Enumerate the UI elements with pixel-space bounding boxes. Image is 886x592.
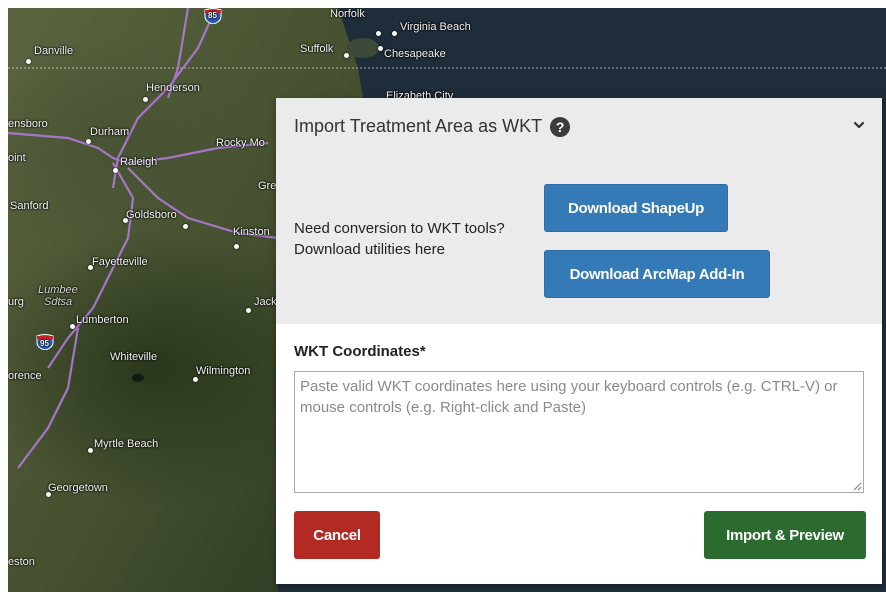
- import-wkt-dialog: Import Treatment Area as WKT ? Need conv…: [276, 98, 882, 584]
- city-label: Norfolk: [330, 8, 365, 20]
- wkt-coordinates-input[interactable]: [294, 371, 864, 493]
- city-label: Fayetteville: [92, 256, 148, 268]
- city-label: Virginia Beach: [400, 21, 471, 33]
- city-label: Danville: [34, 45, 74, 57]
- cancel-button[interactable]: Cancel: [294, 511, 380, 559]
- hint-line-1: Need conversion to WKT tools?: [294, 220, 505, 237]
- city-dot: [88, 448, 93, 453]
- city-label: Chesapeake: [384, 48, 446, 60]
- city-label: Sdtsa: [44, 296, 73, 308]
- city-dot: [70, 324, 75, 329]
- city-label: Wilmington: [196, 365, 251, 377]
- download-shapeup-button[interactable]: Download ShapeUp: [544, 184, 728, 232]
- city-label: Goldsboro: [126, 209, 177, 221]
- city-label: Gre: [258, 180, 277, 192]
- city-label: ensboro: [8, 118, 48, 130]
- city-dot: [86, 139, 91, 144]
- city-dot: [143, 97, 148, 102]
- city-dot: [193, 377, 198, 382]
- city-dot: [183, 224, 188, 229]
- city-label: Whiteville: [110, 351, 158, 363]
- city-dot: [392, 31, 397, 36]
- city-label: Jack: [254, 296, 277, 308]
- city-dot: [234, 244, 239, 249]
- city-label: Durham: [90, 126, 130, 138]
- download-arcmap-addin-button[interactable]: Download ArcMap Add-In: [544, 250, 770, 298]
- city-label: Rocky Mo: [216, 137, 265, 149]
- city-label: eston: [8, 556, 35, 568]
- import-preview-button[interactable]: Import & Preview: [704, 511, 866, 559]
- city-label: Henderson: [146, 82, 200, 94]
- city-label: Kinston: [233, 226, 270, 238]
- hint-line-2: Download utilities here: [294, 241, 445, 258]
- city-dot: [344, 53, 349, 58]
- city-label: Georgetown: [48, 482, 108, 494]
- city-dot: [113, 168, 118, 173]
- city-dot: [376, 31, 381, 36]
- city-label: Lumbee: [38, 284, 78, 296]
- shield-label-95: 95: [40, 339, 49, 348]
- shield-label-85: 85: [208, 11, 217, 20]
- city-dot: [246, 308, 251, 313]
- city-label: Raleigh: [120, 156, 158, 168]
- city-dot: [378, 46, 383, 51]
- city-label: oint: [8, 152, 26, 164]
- dialog-title-text: Import Treatment Area as WKT: [294, 116, 543, 136]
- city-label: Suffolk: [300, 43, 334, 55]
- wkt-coordinates-label: WKT Coordinates*: [294, 343, 426, 360]
- city-label: urg: [8, 296, 24, 308]
- city-label: Myrtle Beach: [94, 438, 159, 450]
- question-circle-icon[interactable]: ?: [550, 116, 571, 137]
- chevron-down-icon[interactable]: [852, 118, 866, 132]
- resize-grip-icon[interactable]: [852, 481, 862, 491]
- city-label: Lumberton: [76, 314, 129, 326]
- city-dot: [26, 59, 31, 64]
- city-label: orence: [8, 370, 42, 382]
- city-label: Sanford: [10, 200, 49, 212]
- conversion-hint: Need conversion to WKT tools? Download u…: [294, 218, 505, 260]
- dialog-title: Import Treatment Area as WKT ?: [294, 116, 571, 137]
